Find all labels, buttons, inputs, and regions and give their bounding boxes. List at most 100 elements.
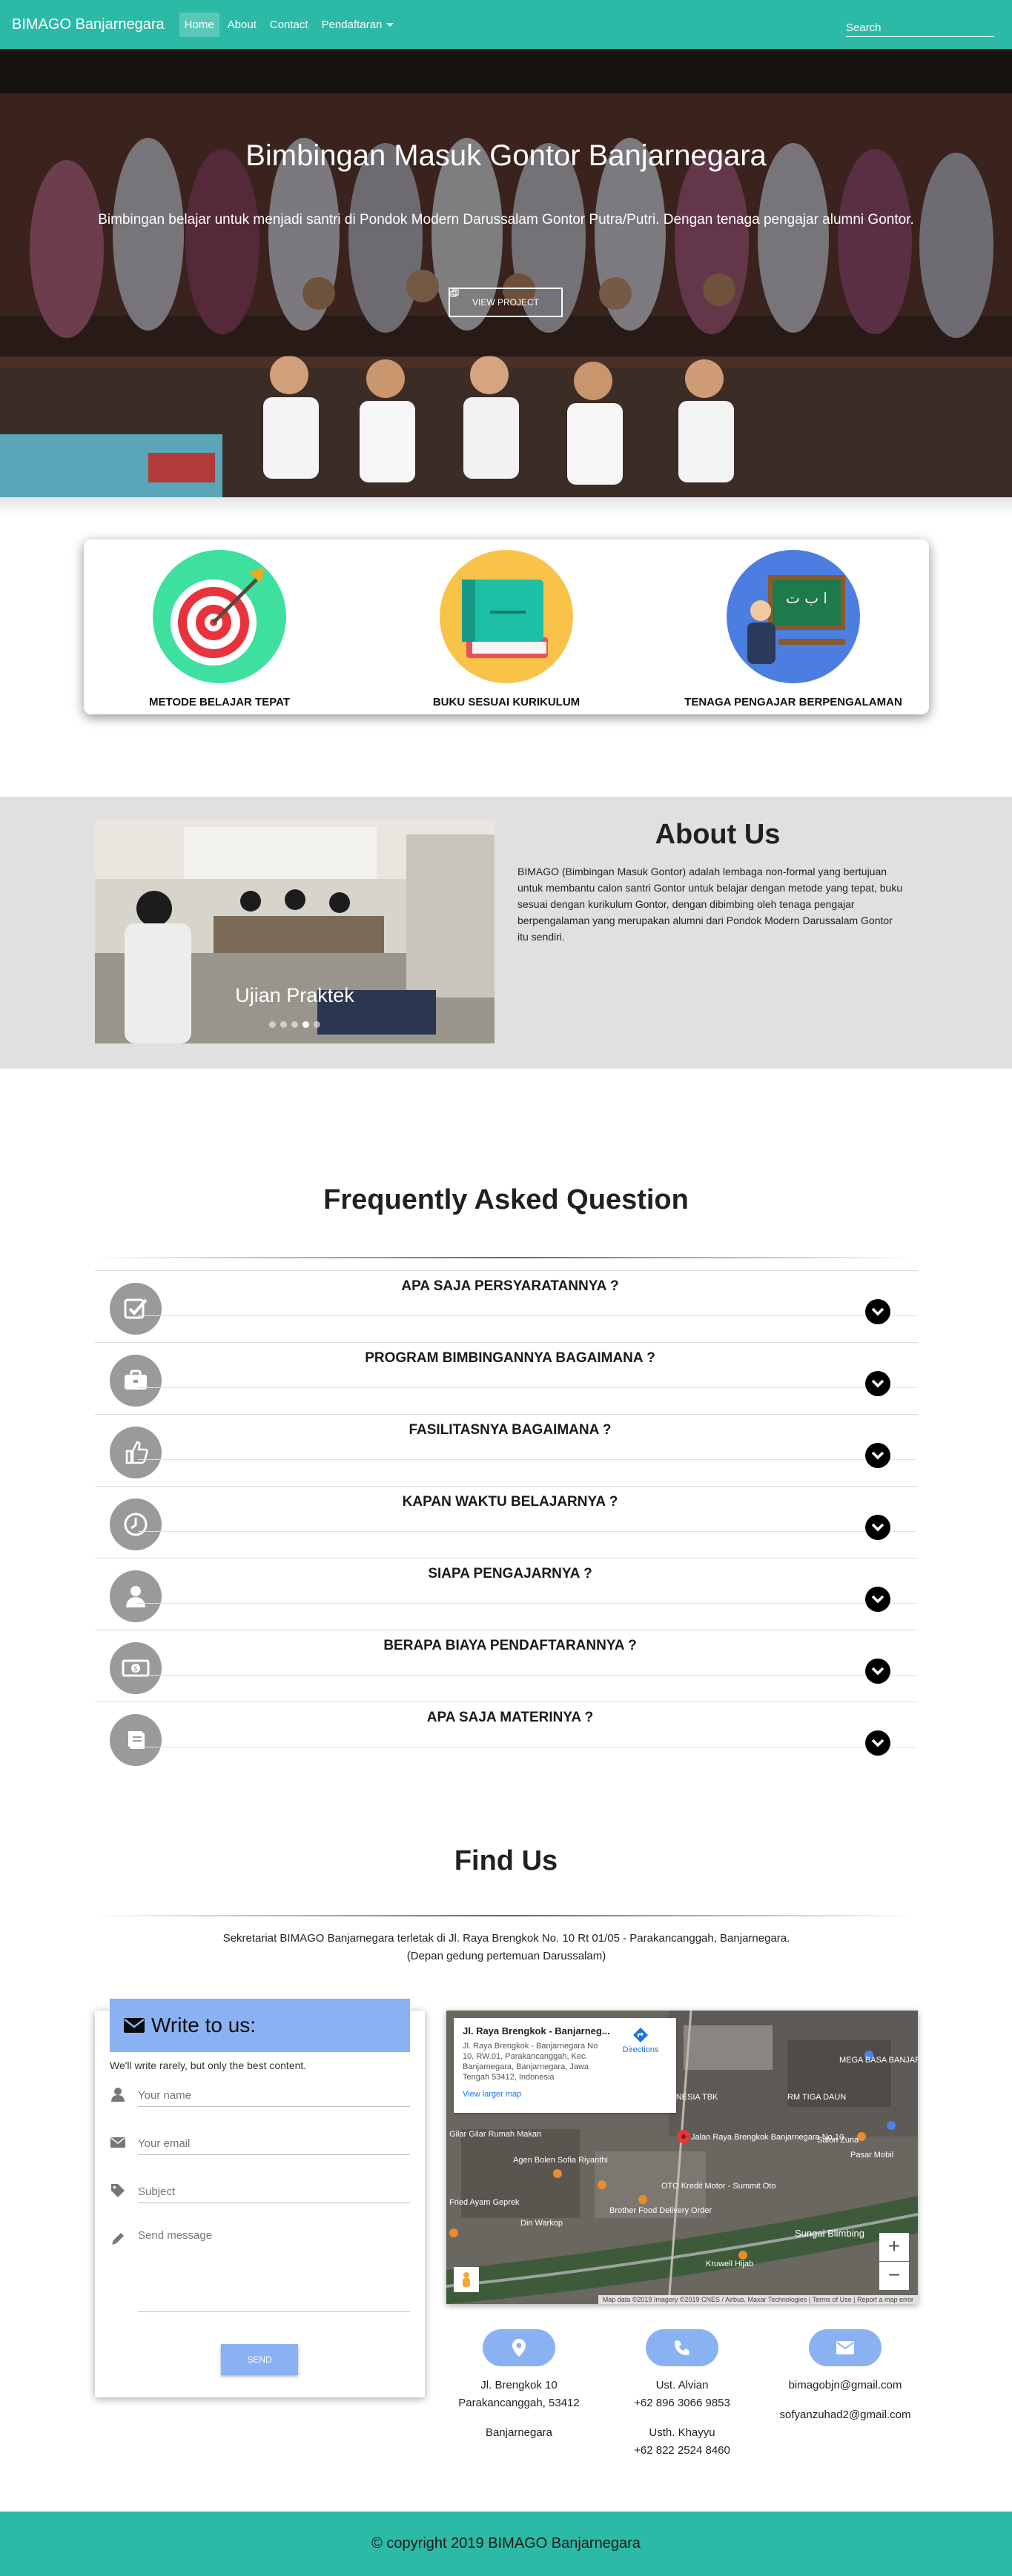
faq-question: APA SAJA MATERINYA ? (426, 1710, 594, 1725)
directions-button[interactable]: Directions (618, 2027, 663, 2054)
navbar: BIMAGO Banjarnegara Home About Contact P… (0, 0, 1012, 49)
map-label: Agen Bolen Sofia Riyanthi (513, 2156, 608, 2165)
write-to-us-subtitle: We'll write rarely, but only the best co… (110, 2059, 307, 2071)
zoom-in-button[interactable]: + (879, 2233, 909, 2261)
faq-question: APA SAJA PERSYARATANNYA ? (401, 1278, 619, 1294)
faq-item[interactable]: PROGRAM BIMBINGANNYA BAGAIMANA ? (95, 1342, 918, 1414)
search-input[interactable] (846, 13, 994, 37)
about-text: BIMAGO (Bimbingan Masuk Gontor) adalah l… (517, 866, 903, 943)
feature-label: METODE BELAJAR TEPAT (148, 696, 290, 708)
caret-down-icon (386, 23, 394, 27)
carousel-photo (95, 820, 495, 1043)
phone-icon[interactable] (646, 2329, 718, 2366)
faq-item[interactable]: APA SAJA MATERINYA ? (95, 1702, 918, 1773)
chevron-down-icon[interactable] (865, 1371, 890, 1396)
find-divider (95, 1915, 918, 1916)
faq-separator (138, 1675, 916, 1676)
email-field (110, 2130, 410, 2160)
chevron-down-icon[interactable] (865, 1515, 890, 1540)
feature-metode: METODE BELAJAR TEPAT (101, 550, 338, 708)
pegman-icon[interactable] (454, 2267, 479, 2292)
view-project-button[interactable]: VIEW PROJECT (449, 288, 563, 317)
envelope-icon (124, 2018, 145, 2033)
faq-item[interactable]: $ BERAPA BIAYA PENDAFTARANNYA ? (95, 1630, 918, 1702)
nav-about[interactable]: About (222, 13, 262, 37)
message-textarea[interactable] (138, 2229, 410, 2312)
svg-text:ا ب ت: ا ب ت (786, 589, 827, 607)
faq-title: Frequently Asked Question (323, 1184, 689, 1215)
map-label: Sungai Blimbing (795, 2228, 864, 2239)
contact-email[interactable]: bimagobjn@gmail.com (764, 2377, 927, 2394)
send-button[interactable]: SEND (221, 2344, 298, 2375)
tag-icon (111, 2184, 125, 2197)
page: BIMAGO Banjarnegara Home About Contact P… (0, 0, 1012, 2576)
carousel-dot[interactable] (291, 1021, 298, 1028)
write-to-us-title: Write to us: (151, 2014, 257, 2036)
chevron-down-icon[interactable] (865, 1443, 890, 1468)
carousel-caption: Ujian Praktek (235, 984, 354, 1006)
faq-divider (95, 1257, 918, 1258)
contact-line: Banjarnegara (485, 2426, 553, 2439)
chevron-down-icon[interactable] (865, 1659, 890, 1684)
chevron-down-icon[interactable] (865, 1299, 890, 1324)
contact-line: Jl. Brengkok 10 (480, 2379, 558, 2391)
brand-link[interactable]: BIMAGO Banjarnegara (12, 16, 165, 33)
map-attribution: Map data ©2019 Imagery ©2019 CNES / Airb… (598, 2295, 918, 2304)
faq-question: FASILITASNYA BAGAIMANA ? (409, 1422, 612, 1438)
faq-question: KAPAN WAKTU BELAJARNYA ? (402, 1494, 618, 1510)
feature-pengajar: ا ب ت TENAGA PENGAJAR BERPENGALAMAN (675, 550, 912, 708)
faq-separator (138, 1531, 916, 1532)
chevron-down-icon[interactable] (865, 1587, 890, 1612)
faq-item[interactable]: KAPAN WAKTU BELAJARNYA ? (95, 1486, 918, 1558)
map-label: MEGA BASA BANJARNEGA (839, 2056, 918, 2065)
envelope-icon (110, 2137, 125, 2148)
map-label: RM TIGA DAUN (787, 2093, 846, 2102)
subject-input[interactable] (138, 2181, 410, 2203)
envelope-icon[interactable] (809, 2329, 882, 2366)
contact-email[interactable]: sofyanzuhad2@gmail.com (764, 2406, 927, 2424)
contact-phones: Ust. Alvian +62 896 3066 9853 Usth. Khay… (601, 2329, 764, 2460)
feature-label: TENAGA PENGAJAR BERPENGALAMAN (684, 696, 902, 708)
faq-question: SIAPA PENGAJARNYA ? (428, 1566, 592, 1581)
about-section: Ujian Praktek About Us BIMAGO (Bimbingan… (0, 797, 1012, 1069)
carousel-dot-active[interactable] (302, 1021, 309, 1028)
find-us-address: Sekretariat BIMAGO Banjarnegara terletak… (222, 1932, 790, 1945)
faq-item[interactable]: APA SAJA PERSYARATANNYA ? (95, 1270, 918, 1342)
book-icon (440, 550, 573, 683)
map-label: Gilar Gilar Rumah Makan (449, 2130, 541, 2139)
nav-contact[interactable]: Contact (265, 13, 314, 37)
view-larger-map-link[interactable]: View larger map (463, 2090, 667, 2099)
about-carousel[interactable]: Ujian Praktek (95, 820, 495, 1043)
carousel-dot[interactable] (269, 1021, 276, 1028)
contact-line: Ust. Alvian (655, 2379, 709, 2391)
faq-question: PROGRAM BIMBINGANNYA BAGAIMANA ? (365, 1350, 655, 1366)
contact-emails: bimagobjn@gmail.com sofyanzuhad2@gmail.c… (764, 2329, 927, 2424)
svg-text:$: $ (133, 1665, 138, 1673)
map-label: Kruwell Hijab (706, 2260, 753, 2268)
map-place-card: Jl. Raya Brengkok - Banjarneg... Jl. Ray… (454, 2018, 676, 2113)
message-field (110, 2226, 410, 2312)
contact-address: Jl. Brengkok 10 Parakancanggah, 53412 Ba… (437, 2329, 601, 2442)
hero-section: Bimbingan Masuk Gontor Banjarnegara Bimb… (0, 49, 1012, 497)
carousel-dot[interactable] (280, 1021, 287, 1028)
directions-icon (633, 2028, 648, 2042)
pencil-icon (112, 2233, 124, 2245)
faq-item[interactable]: FASILITASNYA BAGAIMANA ? (95, 1414, 918, 1486)
target-icon (153, 550, 286, 683)
nav-pendaftaran-dropdown[interactable]: Pendaftaran (317, 13, 400, 37)
google-map[interactable]: PT PERMATA FINANCE INDONESIA TBK Jalan R… (446, 2011, 918, 2304)
carousel-dot[interactable] (314, 1021, 320, 1028)
nav-home[interactable]: Home (179, 12, 219, 37)
find-us-title: Find Us (454, 1845, 558, 1876)
faq-separator (138, 1315, 916, 1316)
chevron-down-icon[interactable] (865, 1730, 890, 1756)
contact-line: +62 822 2524 8460 (634, 2444, 730, 2457)
view-project-label: VIEW PROJECT (472, 297, 539, 308)
faq-separator (138, 1459, 916, 1460)
name-input[interactable] (138, 2085, 410, 2107)
location-icon[interactable] (483, 2329, 555, 2366)
faq-item[interactable]: SIAPA PENGAJARNYA ? (95, 1558, 918, 1630)
hero-title: Bimbingan Masuk Gontor Banjarnegara (245, 139, 767, 172)
email-input[interactable] (138, 2133, 410, 2155)
zoom-out-button[interactable]: − (879, 2262, 909, 2290)
